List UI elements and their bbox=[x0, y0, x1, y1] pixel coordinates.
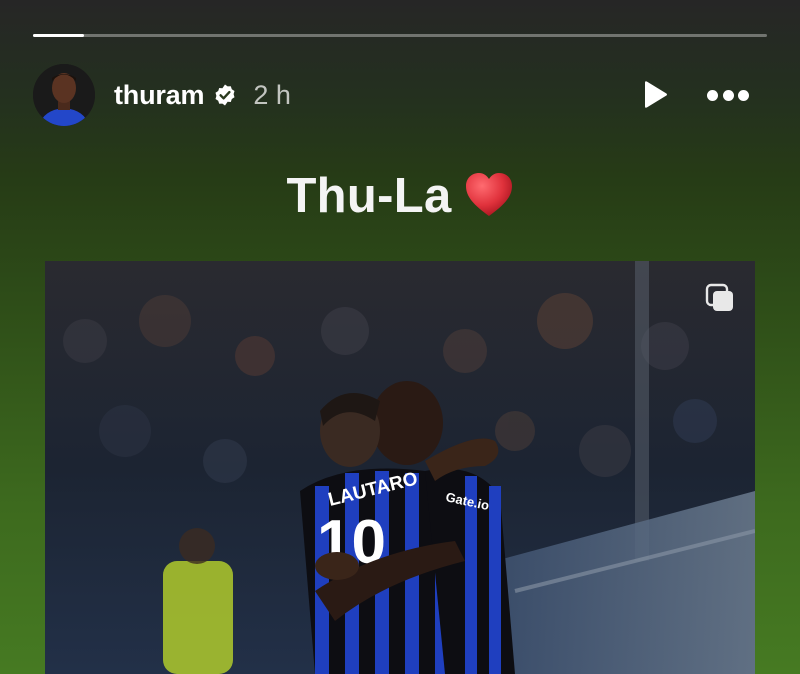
more-options-icon[interactable] bbox=[707, 88, 749, 102]
story-caption: Thu-La bbox=[0, 168, 800, 224]
verified-badge-icon bbox=[215, 84, 235, 106]
play-icon[interactable] bbox=[639, 80, 669, 110]
avatar-image bbox=[33, 64, 95, 126]
dot-icon bbox=[722, 89, 734, 101]
story-progress-fill bbox=[33, 34, 85, 37]
dot-icon bbox=[738, 89, 749, 101]
username[interactable]: thuram bbox=[114, 80, 205, 111]
caption-text: Thu-La bbox=[286, 169, 452, 223]
dot-icon bbox=[707, 89, 718, 101]
story-photo[interactable]: LAUTARO 10 Gate.io bbox=[45, 261, 755, 674]
story-header: thuram 2 h bbox=[33, 62, 767, 128]
story-progress-bar bbox=[33, 34, 767, 37]
football-players-hug-image: LAUTARO 10 Gate.io bbox=[45, 261, 755, 674]
avatar[interactable] bbox=[33, 64, 95, 126]
multiple-images-icon bbox=[705, 283, 733, 311]
red-heart-icon bbox=[465, 173, 512, 216]
post-time: 2 h bbox=[253, 79, 291, 110]
